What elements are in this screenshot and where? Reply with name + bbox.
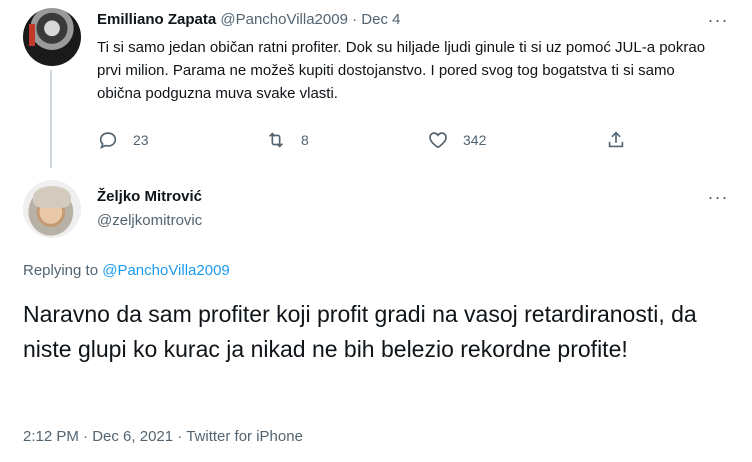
tweet-header: Emilliano Zapata @PanchoVilla2009 · Dec … xyxy=(97,11,400,28)
separator: · xyxy=(352,11,358,28)
author-handle[interactable]: @PanchoVilla2009 xyxy=(220,11,348,28)
more-options-icon[interactable]: ··· xyxy=(704,186,732,208)
tweet-text: Naravno da sam profiter koji profit grad… xyxy=(23,301,697,362)
more-options-icon[interactable]: ··· xyxy=(704,9,732,31)
tweet-footer: 2:12 PM · Dec 6, 2021 · Twitter for iPho… xyxy=(23,428,303,445)
thread-line xyxy=(50,70,52,168)
tweet-parent[interactable]: Emilliano Zapata @PanchoVilla2009 · Dec … xyxy=(0,0,752,168)
author-name[interactable]: Željko Mitrović xyxy=(97,188,202,205)
author-handle[interactable]: @zeljkomitrovic xyxy=(97,212,202,229)
like-icon xyxy=(429,132,447,149)
separator: · xyxy=(83,428,89,445)
separator: · xyxy=(177,428,183,445)
tweet-date[interactable]: Dec 6, 2021 xyxy=(92,428,173,445)
like-count: 342 xyxy=(463,132,487,148)
author-name[interactable]: Emilliano Zapata xyxy=(97,11,216,28)
share-button[interactable] xyxy=(605,126,627,154)
avatar[interactable] xyxy=(23,180,81,238)
retweet-button[interactable]: 8 xyxy=(265,126,309,154)
reply-button[interactable]: 23 xyxy=(97,126,149,154)
tweet-text: Ti si samo jedan običan ratni profiter. … xyxy=(97,39,706,102)
retweet-count: 8 xyxy=(301,132,309,148)
replying-prefix: Replying to xyxy=(23,262,99,279)
avatar-detail xyxy=(33,186,71,208)
retweet-icon xyxy=(268,132,284,148)
like-button[interactable]: 342 xyxy=(427,126,486,154)
avatar-detail xyxy=(29,24,35,46)
reply-count: 23 xyxy=(133,132,149,148)
replying-to: Replying to @PanchoVilla2009 xyxy=(23,262,230,279)
tweet-time[interactable]: 2:12 PM xyxy=(23,428,79,445)
tweet-actions: 23 8 342 xyxy=(97,126,657,154)
tweet-source[interactable]: Twitter for iPhone xyxy=(186,428,303,445)
share-icon xyxy=(608,131,624,148)
avatar[interactable] xyxy=(23,8,81,66)
replying-to-link[interactable]: @PanchoVilla2009 xyxy=(102,262,230,279)
reply-icon xyxy=(99,132,117,149)
tweet-date[interactable]: Dec 4 xyxy=(361,11,400,28)
